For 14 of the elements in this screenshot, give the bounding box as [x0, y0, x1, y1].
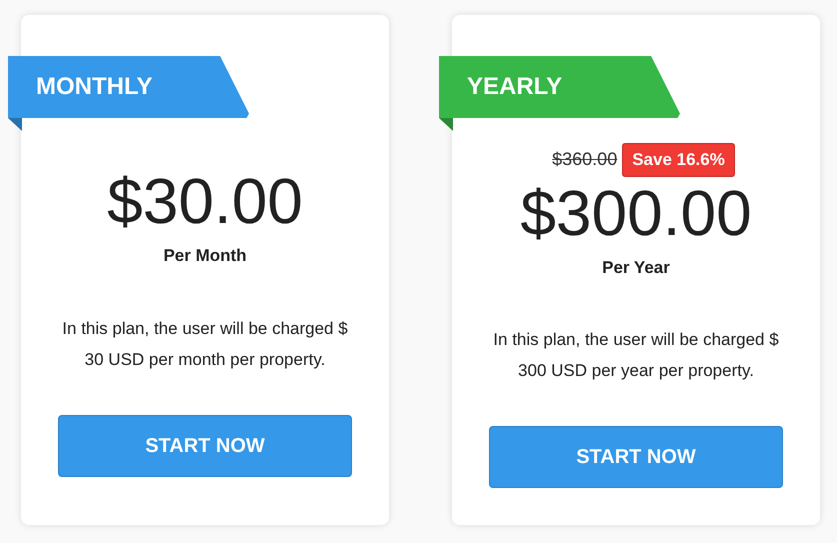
plan-ribbon: MONTHLY: [8, 56, 249, 118]
plan-description: In this plan, the user will be charged $ 30 USD per month per property.: [61, 318, 349, 370]
start-now-button[interactable]: START NOW: [489, 426, 783, 488]
plan-price: $30.00: [107, 165, 303, 237]
original-price: $360.00: [552, 148, 618, 172]
plan-description: In this plan, the user will be charged $ 300 USD per year per property.: [492, 329, 780, 382]
billing-period: Per Year: [602, 256, 670, 278]
plan-ribbon: YEARLY: [439, 56, 680, 118]
start-now-button[interactable]: START NOW: [58, 414, 352, 476]
billing-period: Per Month: [163, 245, 247, 267]
plan-price: $300.00: [520, 176, 752, 248]
ribbon-fold-icon: [8, 118, 22, 131]
ribbon-fold-icon: [439, 118, 453, 131]
discount-badge: Save 16.6%: [622, 143, 735, 176]
